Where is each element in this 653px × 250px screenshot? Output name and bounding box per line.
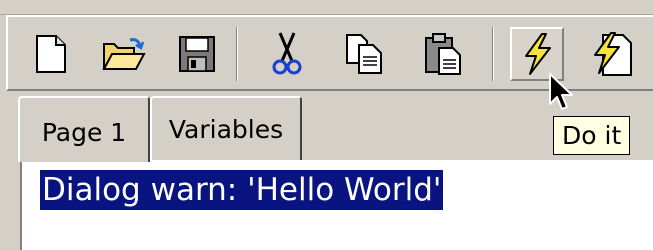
scissors-icon — [272, 32, 302, 75]
tab-page-1[interactable]: Page 1 — [18, 96, 150, 162]
open-button[interactable] — [96, 27, 150, 81]
clipboard-icon — [425, 33, 461, 75]
lightning-document-icon — [594, 32, 632, 76]
new-document-icon — [36, 35, 66, 73]
floppy-disk-icon — [179, 36, 215, 72]
tab-variables[interactable]: Variables — [150, 96, 302, 160]
copy-button[interactable] — [338, 27, 392, 81]
paste-button[interactable] — [416, 27, 470, 81]
toolbar-separator — [492, 27, 494, 81]
save-button[interactable] — [170, 27, 224, 81]
toolbar-separator — [236, 27, 238, 81]
cut-button[interactable] — [260, 27, 314, 81]
tab-label: Variables — [168, 114, 284, 144]
copy-icon — [346, 34, 382, 74]
new-button[interactable] — [24, 27, 78, 81]
window-top-strip — [0, 0, 653, 15]
print-it-button[interactable] — [584, 27, 638, 81]
lightning-icon — [525, 33, 551, 75]
selected-code-text[interactable]: Dialog warn: 'Hello World' — [40, 170, 444, 210]
tab-label: Page 1 — [41, 117, 127, 147]
open-folder-icon — [102, 38, 146, 70]
code-editor[interactable]: Dialog warn: 'Hello World' — [20, 162, 653, 250]
do-it-tooltip: Do it — [553, 116, 631, 155]
